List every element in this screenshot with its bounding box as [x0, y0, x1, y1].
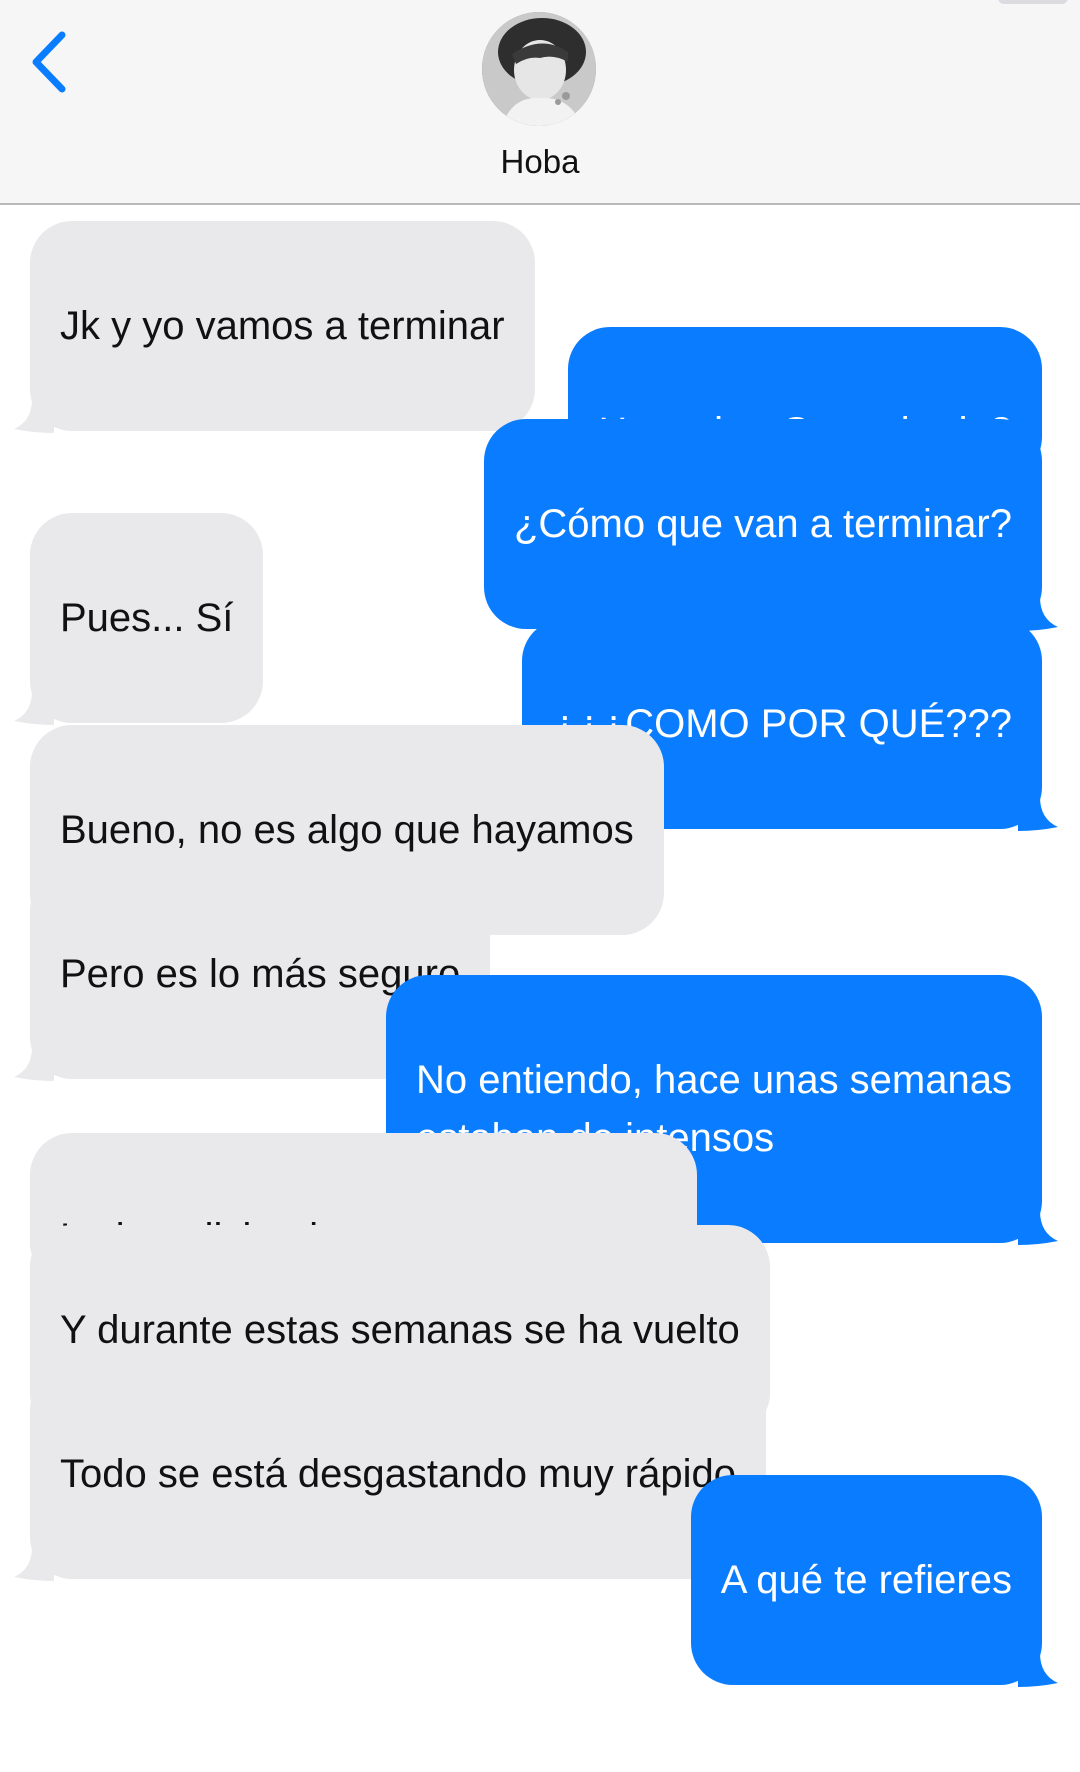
- bubble-tail: [1018, 797, 1058, 831]
- message-text: Pues... Sí: [60, 596, 234, 640]
- bubble-tail: [1018, 1653, 1058, 1687]
- messages-screen: Hoba Jk y yo vamos a terminar Hoseok, ¿Q…: [0, 0, 1080, 1772]
- back-button[interactable]: [18, 22, 78, 102]
- avatar-photo: [482, 12, 596, 126]
- conversation-header: Hoba: [0, 0, 1080, 205]
- message-text: A qué te refieres: [720, 1558, 1012, 1602]
- message-text: Todo se está desgastando muy rápido: [60, 1452, 736, 1496]
- message-bubble-incoming[interactable]: Pues... Sí: [14, 513, 264, 725]
- chevron-left-icon: [32, 31, 66, 93]
- message-bubble-incoming[interactable]: Jk y yo vamos a terminar: [14, 221, 535, 433]
- bubble-tail: [14, 1047, 54, 1081]
- bubble-tail: [14, 691, 54, 725]
- message-text: Jk y yo vamos a terminar: [60, 304, 505, 348]
- bubble-tail: [14, 399, 54, 433]
- message-bubble-outgoing[interactable]: ¿Cómo que van a terminar?: [483, 419, 1058, 631]
- status-indicator: [998, 0, 1068, 4]
- message-text: ¿Cómo que van a terminar?: [513, 502, 1012, 546]
- bubble-tail: [14, 1547, 54, 1581]
- contact-avatar[interactable]: [482, 12, 596, 126]
- bubble-tail: [1018, 1211, 1058, 1245]
- message-list: Jk y yo vamos a terminar Hoseok, ¿Que mi…: [0, 205, 1080, 1772]
- message-bubble-outgoing[interactable]: A qué te refieres: [690, 1475, 1058, 1687]
- contact-name[interactable]: Hoba: [0, 143, 1080, 181]
- message-bubble-incoming[interactable]: Todo se está desgastando muy rápido: [14, 1369, 766, 1581]
